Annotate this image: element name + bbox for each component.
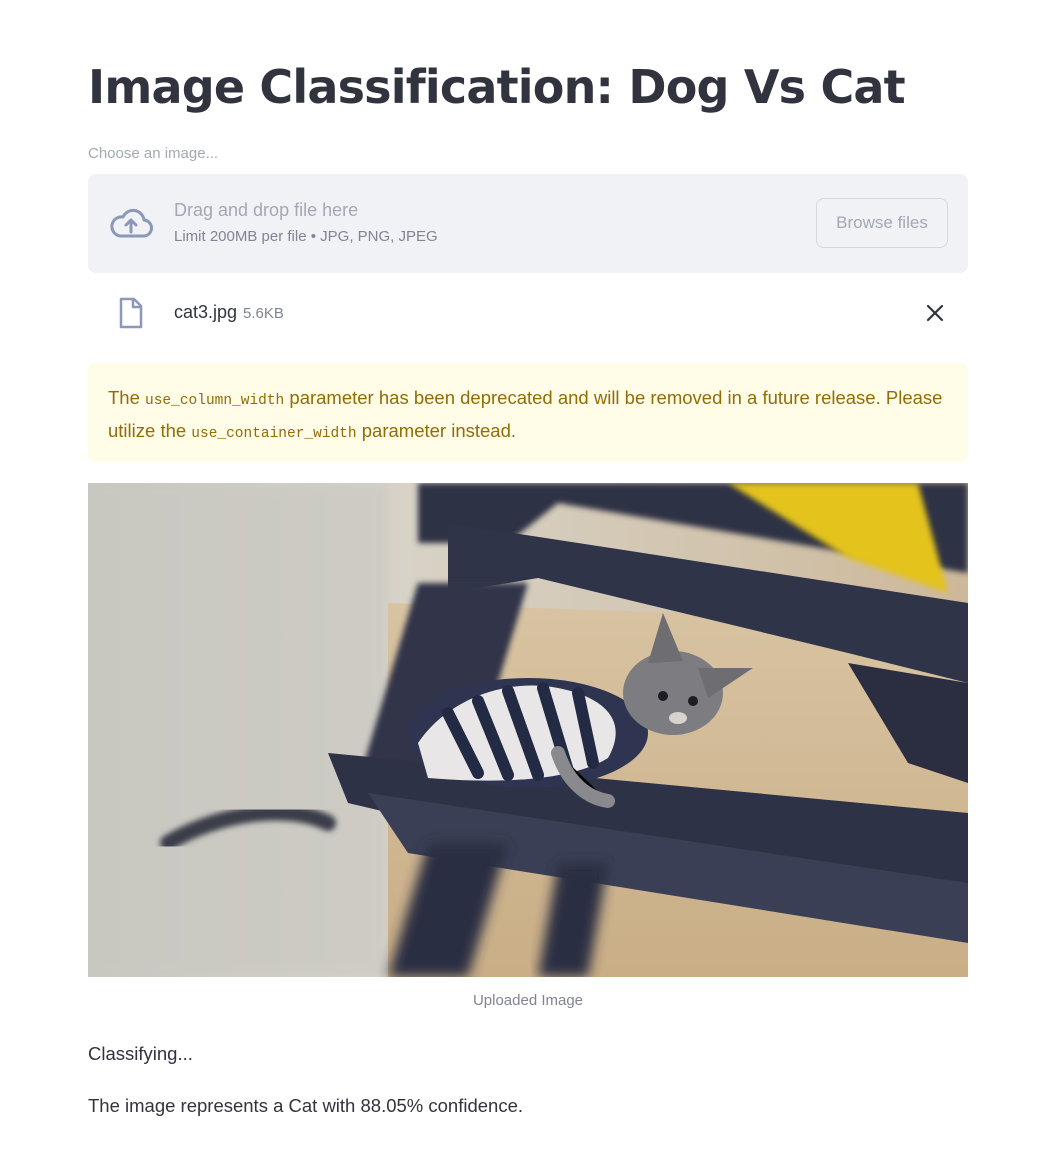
file-name: cat3.jpg	[174, 302, 238, 322]
drop-instruction: Drag and drop file here	[174, 200, 359, 220]
file-limit-text: Limit 200MB per file • JPG, PNG, JPEG	[174, 228, 438, 245]
cat-photo	[88, 483, 968, 977]
cloud-upload-icon	[110, 208, 153, 238]
deprecation-warning: The use_column_width parameter has been …	[88, 363, 968, 462]
file-name-group: cat3.jpg 5.6KB	[174, 300, 284, 326]
image-caption: Uploaded Image	[472, 992, 584, 1009]
page-title: Image Classification: Dog Vs Cat	[88, 60, 906, 114]
browse-files-button[interactable]: Browse files	[816, 198, 948, 248]
classification-result: The image represents a Cat with 88.05% c…	[88, 1095, 523, 1116]
close-icon[interactable]	[924, 302, 946, 324]
warning-code-2: use_container_width	[191, 426, 357, 442]
file-icon	[119, 297, 143, 329]
warning-code-1: use_column_width	[145, 393, 285, 409]
file-dropzone[interactable]: Drag and drop file here Limit 200MB per …	[88, 174, 968, 273]
warning-text-1: The	[108, 387, 146, 408]
uploader-label: Choose an image...	[88, 145, 219, 162]
file-size: 5.6KB	[243, 305, 284, 322]
uploaded-image	[88, 483, 968, 977]
warning-text-3: parameter instead.	[356, 420, 517, 441]
uploaded-file-row: cat3.jpg 5.6KB	[88, 290, 968, 334]
classifying-status: Classifying...	[88, 1043, 193, 1064]
dropzone-instructions: Drag and drop file here Limit 200MB per …	[174, 198, 438, 247]
